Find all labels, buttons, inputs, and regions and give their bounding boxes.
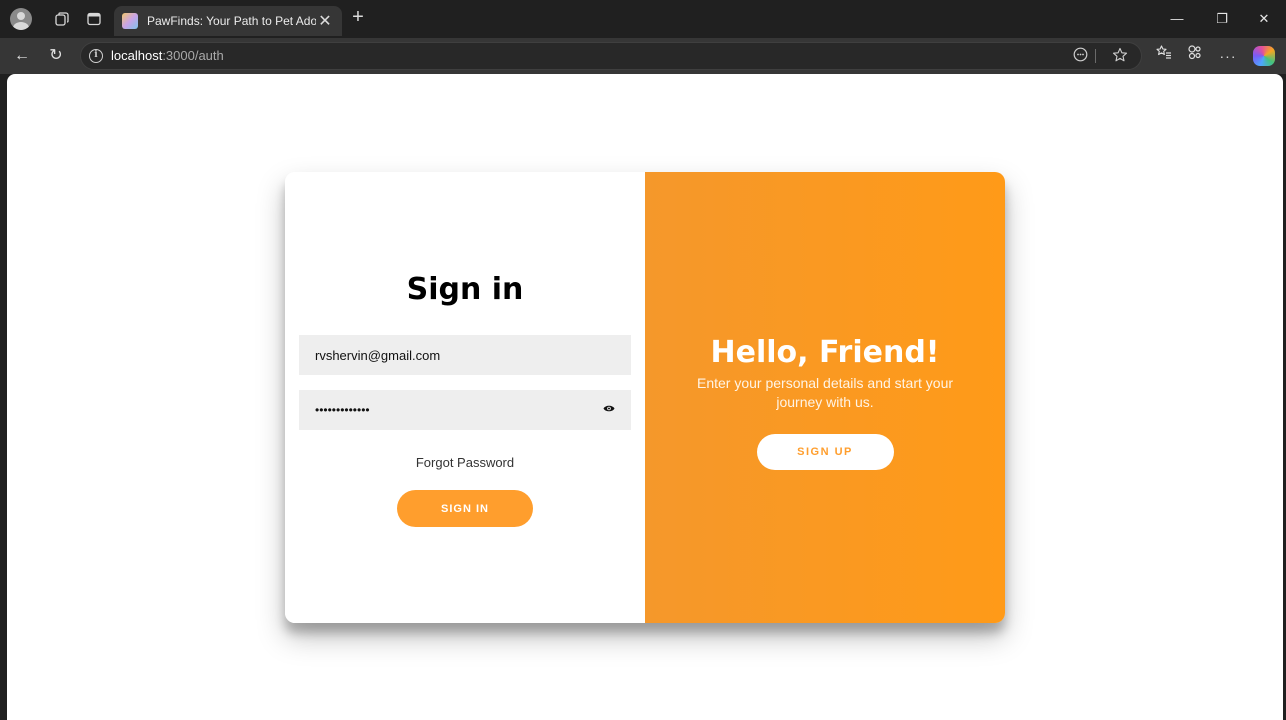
back-icon[interactable]: ← — [10, 44, 34, 68]
workspaces-icon[interactable] — [52, 9, 72, 29]
url-path: :3000/auth — [162, 48, 224, 63]
show-password-eye-icon[interactable] — [603, 404, 615, 413]
reading-mode-icon[interactable] — [1071, 47, 1089, 65]
browser-tab-bar: PawFinds: Your Path to Pet Adopti ✕ + — … — [0, 0, 1286, 38]
restore-icon[interactable]: ❐ — [1210, 8, 1234, 30]
address-bar[interactable]: i localhost:3000/auth — [80, 42, 1142, 70]
welcome-heading: Hello, Friend! — [710, 335, 940, 370]
signup-button[interactable]: SIGN UP — [756, 434, 894, 470]
password-field-wrapper — [299, 390, 631, 430]
signin-title: Sign in — [406, 272, 524, 307]
close-window-icon[interactable]: ✕ — [1252, 8, 1276, 30]
page-viewport: Sign in Forgot Password SIGN IN Hello, F… — [7, 74, 1283, 720]
favorites-icon[interactable] — [1152, 44, 1176, 68]
browser-nav-bar: ← ↻ i localhost:3000/auth ··· — [0, 38, 1286, 74]
signin-panel: Sign in Forgot Password SIGN IN — [285, 172, 645, 623]
active-tab[interactable]: PawFinds: Your Path to Pet Adopti ✕ — [114, 6, 342, 36]
profile-avatar-icon[interactable] — [10, 8, 32, 30]
more-menu-icon[interactable]: ··· — [1216, 44, 1240, 68]
signin-button[interactable]: SIGN IN — [397, 490, 533, 527]
password-input[interactable] — [299, 390, 631, 430]
minimize-icon[interactable]: — — [1165, 8, 1189, 30]
forgot-password-link[interactable]: Forgot Password — [285, 455, 645, 470]
vertical-tabs-icon[interactable] — [84, 9, 104, 29]
tab-favicon-icon — [122, 13, 138, 29]
url-text[interactable]: localhost:3000/auth — [111, 48, 224, 63]
site-info-icon[interactable]: i — [89, 49, 103, 63]
tab-title: PawFinds: Your Path to Pet Adopti — [147, 14, 316, 28]
auth-card: Sign in Forgot Password SIGN IN Hello, F… — [285, 172, 1005, 623]
favorite-star-icon[interactable] — [1111, 47, 1129, 65]
copilot-icon[interactable] — [1253, 46, 1275, 66]
email-input[interactable] — [299, 335, 631, 375]
url-host: localhost — [111, 48, 163, 63]
welcome-overlay-panel: Hello, Friend! Enter your personal detai… — [645, 172, 1005, 623]
new-tab-icon[interactable]: + — [347, 7, 369, 29]
email-field-wrapper — [299, 335, 631, 375]
refresh-icon[interactable]: ↻ — [44, 44, 68, 68]
address-bar-divider — [1095, 49, 1096, 63]
welcome-subtext: Enter your personal details and start yo… — [696, 375, 954, 410]
extensions-icon[interactable] — [1183, 44, 1207, 68]
tab-close-icon[interactable]: ✕ — [316, 11, 334, 31]
